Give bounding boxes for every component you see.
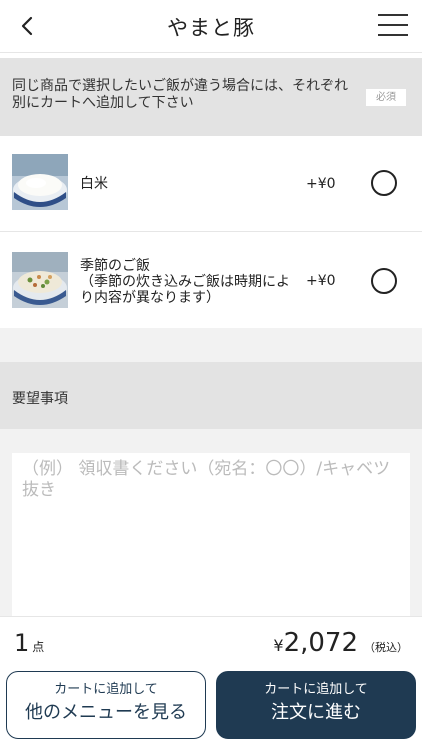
option-note: （季節の炊き込みご飯は時期により内容が異なります） bbox=[80, 274, 290, 306]
add-and-checkout-button[interactable]: カートに追加して 注文に進む bbox=[216, 671, 416, 739]
button-line-2: 他のメニューを見る bbox=[25, 702, 187, 723]
yen-sign: ¥ bbox=[273, 636, 284, 655]
white-rice-image bbox=[12, 154, 68, 210]
total-price: ¥2,072 （税込） bbox=[273, 628, 408, 658]
requests-input[interactable] bbox=[12, 453, 410, 623]
item-count: 1点 bbox=[14, 629, 44, 657]
section-spacer bbox=[0, 328, 422, 362]
button-line-1: カートに追加して bbox=[264, 682, 368, 697]
total-amount: 2,072 bbox=[283, 628, 358, 658]
item-count-unit: 点 bbox=[32, 640, 45, 654]
required-badge: 必須 bbox=[366, 89, 406, 106]
rice-option-white-rice[interactable]: 白米 +¥0 bbox=[0, 136, 422, 232]
add-and-continue-button[interactable]: カートに追加して 他のメニューを見る bbox=[6, 671, 206, 739]
option-price: +¥0 bbox=[306, 176, 336, 192]
item-count-value: 1 bbox=[14, 629, 30, 657]
hamburger-menu-icon bbox=[378, 14, 408, 16]
requests-title: 要望事項 bbox=[12, 391, 68, 407]
button-line-2: 注文に進む bbox=[271, 702, 361, 723]
tax-label: （税込） bbox=[364, 641, 408, 654]
option-name: 季節のご飯 bbox=[80, 258, 150, 274]
cart-footer: 1点 ¥2,072 （税込） カートに追加して 他のメニューを見る カートに追加し… bbox=[0, 616, 422, 751]
requests-area bbox=[0, 429, 422, 623]
option-price: +¥0 bbox=[306, 273, 336, 289]
requests-section-header: 要望事項 bbox=[0, 362, 422, 429]
button-line-1: カートに追加して bbox=[54, 682, 158, 697]
option-radio-white-rice[interactable] bbox=[371, 170, 397, 196]
seasonal-rice-image bbox=[12, 252, 68, 308]
option-name: 白米 bbox=[80, 176, 108, 192]
page-title: やまと豚 bbox=[167, 16, 255, 40]
app-header: やまと豚 bbox=[0, 0, 422, 53]
option-radio-seasonal-rice[interactable] bbox=[371, 268, 397, 294]
rice-option-seasonal-rice[interactable]: 季節のご飯 （季節の炊き込みご飯は時期により内容が異なります） +¥0 bbox=[0, 232, 422, 328]
hamburger-menu-button[interactable] bbox=[378, 12, 408, 38]
rice-selection-notice: 同じ商品で選択したいご飯が違う場合には、それぞれ別にカートへ追加して下さい 必須 bbox=[0, 58, 422, 136]
notice-text: 同じ商品で選択したいご飯が違う場合には、それぞれ別にカートへ追加して下さい bbox=[12, 78, 348, 111]
